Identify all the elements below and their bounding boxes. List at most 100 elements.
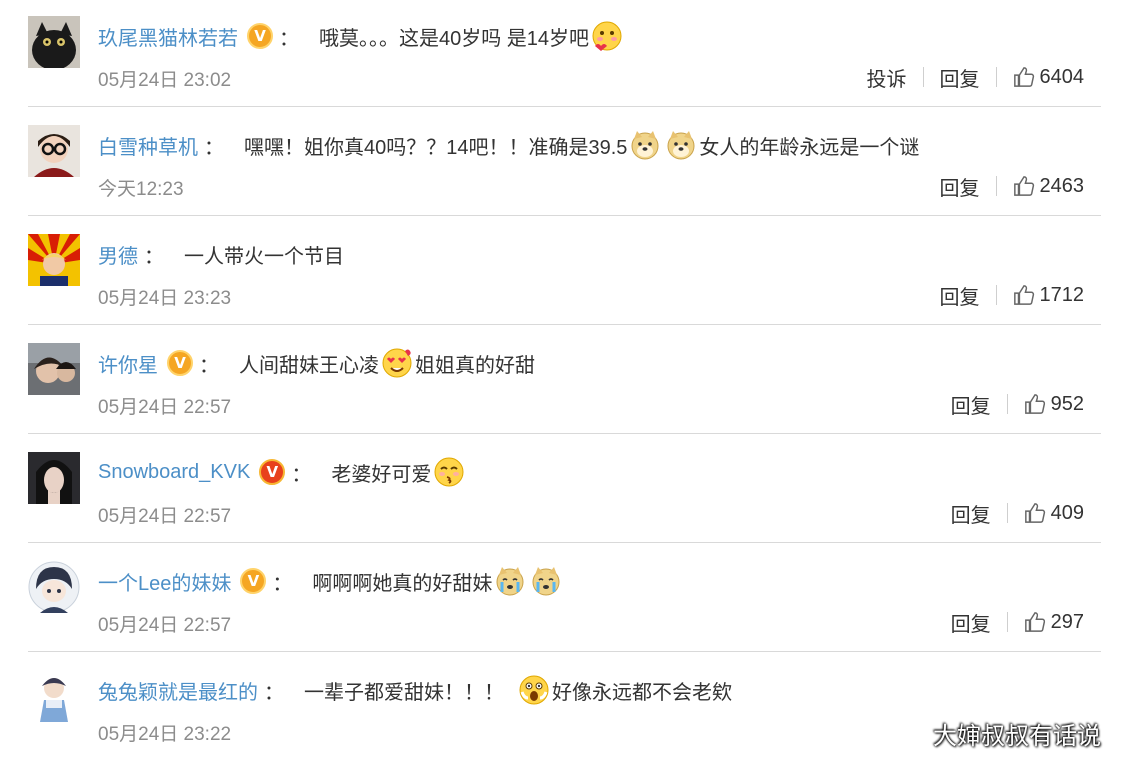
username-link[interactable]: 许你星 <box>98 349 158 378</box>
like-count: 952 <box>1050 392 1084 415</box>
divider <box>922 67 924 87</box>
comment-item: 男德 ： 一人带火一个节目 05月24日 23:23 回复 1712 <box>0 218 1130 327</box>
comment-actions: 回复 952 <box>951 389 1084 419</box>
crying-doge-emoji-icon <box>494 565 526 597</box>
comment-line: 男德 ： 一人带火一个节目 <box>98 236 344 272</box>
avatar[interactable] <box>28 125 80 177</box>
comment-line: Snowboard_KVK V ： 老婆好可爱 <box>98 454 467 490</box>
like-button[interactable]: 952 <box>1024 393 1084 416</box>
doge-emoji-icon <box>629 129 661 161</box>
comment-item: 一个Lee的妹妹 V ： 啊啊啊她真的好甜妹 05月24日 22:57 回复 2… <box>0 545 1130 654</box>
reply-button[interactable]: 回复 <box>940 281 980 310</box>
thumbs-up-icon <box>1013 176 1034 196</box>
timestamp: 05月24日 23:22 <box>98 724 232 745</box>
divider <box>1006 394 1008 414</box>
timestamp: 05月24日 23:02 <box>98 70 232 91</box>
blush-heart-emoji-icon <box>591 20 623 52</box>
comment-text: 哦莫。。。这是40岁吗 是14岁吧 <box>319 27 590 50</box>
verified-badge-icon: V <box>259 459 286 485</box>
thumbs-up-icon <box>1024 394 1045 414</box>
like-button[interactable]: 6404 <box>1013 65 1085 89</box>
doge-emoji-icon <box>665 129 697 161</box>
reply-button[interactable]: 回复 <box>951 499 991 528</box>
like-count: 409 <box>1050 501 1084 524</box>
thumbs-up-icon <box>1024 612 1045 632</box>
verified-badge-icon: V <box>167 350 193 376</box>
username-link[interactable]: 男德 <box>98 240 138 269</box>
avatar[interactable] <box>28 561 80 613</box>
comment-line: 一个Lee的妹妹 V ： 啊啊啊她真的好甜妹 <box>98 563 564 599</box>
comment-text-continued: 姐姐真的好甜 <box>415 354 535 377</box>
colon: ： <box>279 27 299 50</box>
verified-badge-icon: V <box>240 568 267 594</box>
comment-text: 一辈子都爱甜妹！！！ <box>304 681 504 704</box>
like-button[interactable]: 1712 <box>1013 283 1085 307</box>
divider <box>1006 503 1008 523</box>
comment-line: 玖尾黑猫林若若 V ： 哦莫。。。这是40岁吗 是14岁吧 <box>98 18 625 54</box>
timestamp: 05月24日 22:57 <box>98 615 232 636</box>
comment-item: Snowboard_KVK V ： 老婆好可爱 05月24日 22:57 回复 … <box>0 436 1130 545</box>
comment-item: 玖尾黑猫林若若 V ： 哦莫。。。这是40岁吗 是14岁吧 05月24日 23:… <box>0 0 1130 109</box>
timestamp: 05月24日 22:57 <box>98 506 232 527</box>
like-count: 1712 <box>1039 283 1085 306</box>
report-button[interactable]: 投诉 <box>867 63 907 92</box>
divider <box>995 285 997 305</box>
divider <box>995 176 997 196</box>
username-link[interactable]: 一个Lee的妹妹 <box>98 567 231 596</box>
verified-badge-icon: V <box>247 23 273 49</box>
crying-doge-emoji-icon <box>530 565 562 597</box>
watermark: 大婶叔叔有话说 <box>933 722 1101 750</box>
username-link[interactable]: 玖尾黑猫林若若 <box>98 22 238 51</box>
timestamp: 今天12:23 <box>98 179 184 200</box>
separator <box>28 106 1101 107</box>
comment-actions: 回复 297 <box>951 607 1084 637</box>
comment-item: 白雪种草机 ： 嘿嘿！姐你真40吗？？14吧！！准确是39.5 女人的年龄永远是… <box>0 109 1130 218</box>
like-button[interactable]: 297 <box>1024 611 1084 634</box>
avatar[interactable] <box>28 234 80 286</box>
separator <box>28 433 1101 434</box>
comment-actions: 投诉 回复 6404 <box>867 62 1085 92</box>
thumbs-up-icon <box>1024 503 1045 523</box>
like-count: 6404 <box>1039 65 1085 88</box>
comment-text: 啊啊啊她真的好甜妹 <box>312 572 493 595</box>
username-link[interactable]: 白雪种草机 <box>98 131 198 160</box>
comment-text-continued: 女人的年龄永远是一个谜 <box>699 136 920 159</box>
divider <box>1006 612 1008 632</box>
comment-text: 一人带火一个节目 <box>184 245 344 268</box>
reply-button[interactable]: 回复 <box>951 608 991 637</box>
separator <box>28 542 1101 543</box>
like-count: 297 <box>1050 610 1084 633</box>
comment-actions: 回复 1712 <box>940 280 1085 310</box>
colon: ： <box>199 354 219 377</box>
comment-actions: 回复 409 <box>951 498 1084 528</box>
username-link[interactable]: 兔兔颖就是最红的 <box>98 676 258 705</box>
comment-line: 白雪种草机 ： 嘿嘿！姐你真40吗？？14吧！！准确是39.5 女人的年龄永远是… <box>98 127 919 163</box>
comment-text: 老婆好可爱 <box>331 463 432 486</box>
username-link[interactable]: Snowboard_KVK <box>98 461 250 484</box>
colon: ： <box>291 463 312 486</box>
separator <box>28 215 1101 216</box>
love-eyes-emoji-icon <box>381 347 413 379</box>
separator <box>28 651 1101 652</box>
separator <box>28 324 1101 325</box>
reply-button[interactable]: 回复 <box>940 172 980 201</box>
colon: ： <box>204 136 224 159</box>
thumbs-up-icon <box>1013 67 1034 87</box>
comment-text: 人间甜妹王心凌 <box>239 354 379 377</box>
avatar[interactable] <box>28 452 80 504</box>
avatar[interactable] <box>28 343 80 395</box>
like-button[interactable]: 2463 <box>1013 175 1084 198</box>
avatar[interactable] <box>28 16 80 68</box>
comment-actions: 回复 2463 <box>940 171 1085 201</box>
like-button[interactable]: 409 <box>1024 502 1084 525</box>
comment-text: 嘿嘿！姐你真40吗？？14吧！！准确是39.5 <box>244 136 628 159</box>
timestamp: 05月24日 23:23 <box>98 288 232 309</box>
timestamp: 05月24日 22:57 <box>98 397 232 418</box>
kiss-emoji-icon <box>433 456 465 488</box>
colon: ： <box>144 245 164 268</box>
comment-line: 许你星 V ： 人间甜妹王心凌 姐姐真的好甜 <box>98 345 535 381</box>
reply-button[interactable]: 回复 <box>951 390 991 419</box>
avatar[interactable] <box>28 670 80 722</box>
reply-button[interactable]: 回复 <box>940 63 980 92</box>
comment-item: 许你星 V ： 人间甜妹王心凌 姐姐真的好甜 05月24日 22:57 回复 9… <box>0 327 1130 436</box>
